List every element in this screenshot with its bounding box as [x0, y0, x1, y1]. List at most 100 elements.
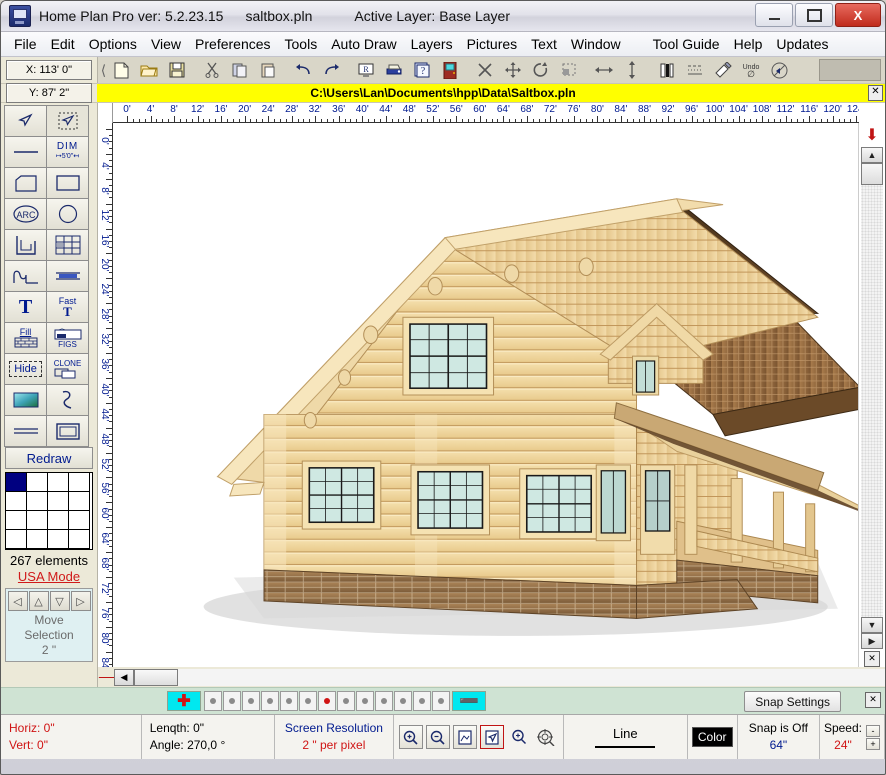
paste-icon[interactable]: [255, 58, 281, 82]
minimize-button[interactable]: [755, 3, 793, 27]
save-disk-icon[interactable]: [164, 58, 190, 82]
move-up-icon[interactable]: △: [29, 591, 49, 611]
menu-window[interactable]: Window: [564, 34, 628, 54]
open-folder-icon[interactable]: [136, 58, 162, 82]
menu-tool-guide[interactable]: Tool Guide: [646, 34, 727, 54]
horizontal-scroll-thumb[interactable]: [134, 669, 178, 686]
speed-panel[interactable]: Speed: 24" - +: [820, 715, 885, 759]
zoom-page-icon[interactable]: [453, 725, 477, 749]
pointer-select-tool[interactable]: [4, 105, 47, 137]
palette-swatch[interactable]: [69, 511, 90, 530]
palette-swatch[interactable]: [6, 530, 27, 549]
menu-updates[interactable]: Updates: [769, 34, 835, 54]
units-mode-link[interactable]: USA Mode: [5, 569, 93, 584]
zoom-dot[interactable]: [204, 691, 222, 711]
printer-icon[interactable]: [381, 58, 407, 82]
close-button[interactable]: X: [835, 3, 881, 27]
undo-zero-icon[interactable]: Undo∅: [738, 58, 764, 82]
palette-swatch[interactable]: [48, 511, 69, 530]
palette-swatch[interactable]: [27, 473, 48, 492]
fast-text-tool[interactable]: Fast T: [46, 291, 89, 323]
zoom-dot[interactable]: [413, 691, 431, 711]
rotate-icon[interactable]: [528, 58, 554, 82]
move-right-icon[interactable]: ▷: [71, 591, 91, 611]
zoom-dot[interactable]: [375, 691, 393, 711]
zoom-dot[interactable]: [432, 691, 450, 711]
menu-text[interactable]: Text: [524, 34, 564, 54]
no-redraw-icon[interactable]: [766, 58, 792, 82]
palette-swatch[interactable]: [6, 492, 27, 511]
palette-swatch[interactable]: [6, 473, 27, 492]
snap-settings-button[interactable]: Snap Settings: [744, 691, 841, 712]
scroll-down-button[interactable]: ▼: [861, 617, 883, 633]
window-tool[interactable]: [46, 229, 89, 261]
scroll-right-corner-button[interactable]: ▶: [861, 633, 883, 649]
line-tool[interactable]: [4, 136, 47, 168]
zoom-extents-icon[interactable]: [534, 725, 558, 749]
zoom-dot[interactable]: [394, 691, 412, 711]
zoom-dot[interactable]: [280, 691, 298, 711]
stretch-horizontal-icon[interactable]: [591, 58, 617, 82]
drawing-canvas[interactable]: [113, 123, 858, 667]
cut-scissors-icon[interactable]: [199, 58, 225, 82]
freehand-tool[interactable]: [46, 384, 89, 416]
vertical-scrollbar[interactable]: ⬇ ▲ ▼ ▶ ✕: [858, 123, 885, 667]
zoom-dot[interactable]: [337, 691, 355, 711]
zoom-selection-icon[interactable]: [480, 725, 504, 749]
zoom-dot[interactable]: [356, 691, 374, 711]
zoom-dot[interactable]: [242, 691, 260, 711]
wall-tool[interactable]: [4, 229, 47, 261]
palette-swatch[interactable]: [48, 492, 69, 511]
menu-preferences[interactable]: Preferences: [188, 34, 277, 54]
curve-tool[interactable]: [4, 260, 47, 292]
zoom-dot[interactable]: [223, 691, 241, 711]
menu-edit[interactable]: Edit: [44, 34, 82, 54]
gradient-tool[interactable]: [4, 384, 47, 416]
palette-swatch[interactable]: [69, 473, 90, 492]
horizontal-scroll-track[interactable]: [178, 669, 885, 686]
redraw-button[interactable]: Redraw: [5, 447, 93, 469]
zoom-in-step-button[interactable]: ✚: [167, 691, 201, 711]
scroll-left-button[interactable]: ◀: [114, 669, 134, 686]
maximize-button[interactable]: [795, 3, 833, 27]
print-preview-icon[interactable]: R: [353, 58, 379, 82]
zoom-in-icon[interactable]: [399, 725, 423, 749]
menu-tools[interactable]: Tools: [278, 34, 325, 54]
door-icon[interactable]: [437, 58, 463, 82]
double-line-tool[interactable]: [46, 260, 89, 292]
screen-resolution-panel[interactable]: Screen Resolution 2 " per pixel: [275, 715, 394, 759]
palette-swatch[interactable]: [27, 511, 48, 530]
arc-tool[interactable]: ARC: [4, 198, 47, 230]
menu-auto-draw[interactable]: Auto Draw: [324, 34, 403, 54]
help-question-icon[interactable]: ?: [409, 58, 435, 82]
palette-swatch[interactable]: [69, 492, 90, 511]
canvas-close-icon[interactable]: ✕: [864, 651, 880, 667]
pan-down-marker-icon[interactable]: ⬇: [860, 123, 884, 147]
clone-tool[interactable]: CLONE: [46, 353, 89, 385]
select-region-icon[interactable]: [556, 58, 582, 82]
zoombar-close-icon[interactable]: ✕: [865, 692, 881, 708]
move-left-icon[interactable]: ◁: [8, 591, 28, 611]
zoom-dot[interactable]: [299, 691, 317, 711]
stretch-vertical-icon[interactable]: [619, 58, 645, 82]
parallel-lines-tool[interactable]: [4, 415, 47, 447]
menu-file[interactable]: File: [7, 34, 44, 54]
zoom-out-icon[interactable]: [426, 725, 450, 749]
palette-swatch[interactable]: [27, 530, 48, 549]
fill-tool[interactable]: Fill: [4, 322, 47, 354]
palette-swatch[interactable]: [27, 492, 48, 511]
hide-tool[interactable]: Hide: [4, 353, 47, 385]
zoom-out-step-button[interactable]: ➖: [452, 691, 486, 711]
line-style-icon[interactable]: [682, 58, 708, 82]
frame-tool[interactable]: [46, 415, 89, 447]
copy-icon[interactable]: [227, 58, 253, 82]
menu-layers[interactable]: Layers: [404, 34, 460, 54]
palette-swatch[interactable]: [48, 473, 69, 492]
menu-pictures[interactable]: Pictures: [460, 34, 525, 54]
rectangle-tool[interactable]: [46, 167, 89, 199]
mirror-icon[interactable]: [654, 58, 680, 82]
figures-tool[interactable]: FIGS: [46, 322, 89, 354]
marquee-select-tool[interactable]: [46, 105, 89, 137]
horizontal-ruler[interactable]: 0'4'8'12'16'20'24'28'32'36'40'44'48'52'5…: [113, 103, 859, 123]
color-panel[interactable]: Color: [688, 715, 738, 759]
